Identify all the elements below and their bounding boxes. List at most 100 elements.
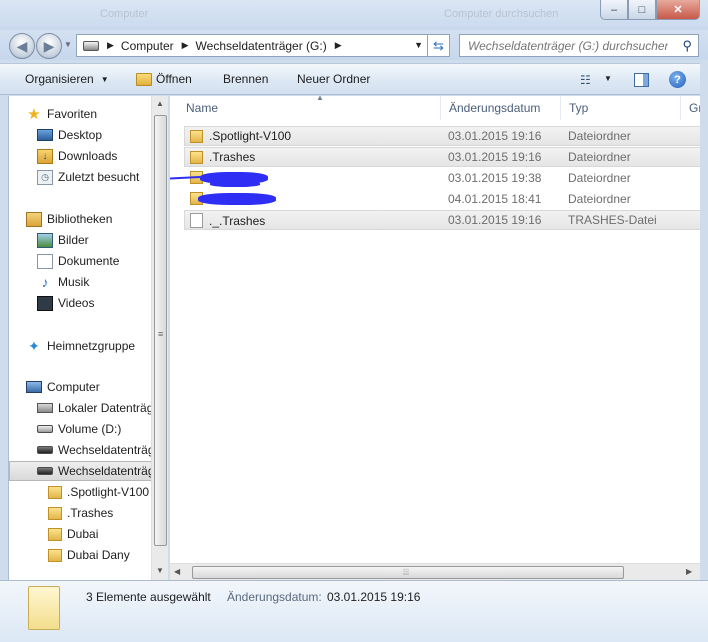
nav-pictures[interactable]: Bilder xyxy=(9,230,151,250)
maximize-button[interactable]: □ xyxy=(628,0,656,20)
file-type: Dateiordner xyxy=(568,129,631,143)
column-header-size[interactable]: Gr xyxy=(681,96,700,120)
nav-videos[interactable]: Videos xyxy=(9,293,151,313)
navigation-pane: ★ Favoriten Desktop ↓ Downloads ◷ Zuletzt b… xyxy=(8,96,151,580)
drive-icon xyxy=(83,40,99,51)
burn-button[interactable]: Brennen xyxy=(223,72,268,86)
nav-label: Downloads xyxy=(58,149,118,163)
scrollbar-thumb[interactable]: ⦙⦙⦙ xyxy=(192,566,624,579)
nav-removable-2[interactable]: Wechseldatenträger xyxy=(9,461,151,481)
preview-pane-icon[interactable] xyxy=(634,73,649,87)
ghost-title-left: Computer xyxy=(100,8,149,20)
refresh-button[interactable]: ⇆ xyxy=(428,34,450,57)
folder-icon xyxy=(48,506,62,520)
grip-icon: ≡ xyxy=(158,329,164,339)
nav-folder-trashes[interactable]: .Trashes xyxy=(9,503,151,523)
sort-ascending-icon: ▲ xyxy=(316,96,324,102)
address-history-dropdown[interactable]: ▼ xyxy=(414,40,423,50)
minimize-button[interactable]: – xyxy=(600,0,628,20)
folder-icon xyxy=(190,129,203,143)
breadcrumb-separator-icon[interactable]: ▶ xyxy=(182,40,189,51)
nav-folder-dubai[interactable]: Dubai xyxy=(9,524,151,544)
nav-label: Heimnetzgruppe xyxy=(47,339,136,353)
file-name: .Spotlight-V100 xyxy=(209,129,292,143)
scroll-up-icon[interactable]: ▲ xyxy=(156,99,164,108)
star-icon: ★ xyxy=(27,106,41,123)
scroll-left-icon[interactable]: ◀ xyxy=(174,567,180,576)
removable-drive-icon xyxy=(37,467,53,475)
file-name: .Trashes xyxy=(209,150,256,164)
nav-folder-dubai-dany[interactable]: Dubai Dany xyxy=(9,545,151,565)
forward-button[interactable]: ▶ xyxy=(36,33,62,59)
local-disk-icon xyxy=(37,403,53,413)
organize-button[interactable]: Organisieren ▼ xyxy=(25,72,109,86)
nav-label: Volume (D:) xyxy=(58,422,122,436)
breadcrumb-computer[interactable]: Computer xyxy=(121,39,174,53)
nav-label: Dokumente xyxy=(58,254,120,268)
close-button[interactable]: ✕ xyxy=(656,0,700,20)
organize-label: Organisieren xyxy=(25,72,94,86)
file-type: Dateiordner xyxy=(568,171,631,185)
chevron-down-icon[interactable]: ▼ xyxy=(604,74,612,83)
nav-downloads[interactable]: ↓ Downloads xyxy=(9,146,151,166)
nav-label: Musik xyxy=(58,275,90,289)
title-bar: Computer Computer durchsuchen – □ ✕ xyxy=(0,0,708,30)
change-view-icon[interactable]: ☷ xyxy=(580,73,591,87)
recent-pages-dropdown[interactable]: ▼ xyxy=(64,40,72,49)
help-icon[interactable]: ? xyxy=(669,71,686,88)
nav-computer[interactable]: Computer xyxy=(9,377,151,397)
nav-music[interactable]: ♪ Musik xyxy=(9,272,151,292)
file-date: 03.01.2015 19:16 xyxy=(448,150,542,164)
address-bar[interactable]: ▶ Computer ▶ Wechseldatenträger (G:) ▶ ▼ xyxy=(76,34,428,57)
column-header-name[interactable]: ▲ Name xyxy=(178,96,441,120)
nav-label: Videos xyxy=(58,296,95,310)
nav-local-disk[interactable]: Lokaler Datenträger xyxy=(9,398,151,418)
nav-label: .Spotlight-V100 xyxy=(67,485,150,499)
new-folder-button[interactable]: Neuer Ordner xyxy=(297,72,370,86)
modified-date-label: Änderungsdatum: xyxy=(227,590,322,604)
column-header-type[interactable]: Typ xyxy=(561,96,681,120)
file-row[interactable]: .Spotlight-V100 03.01.2015 19:16 Dateior… xyxy=(184,126,700,146)
nav-volume-d[interactable]: Volume (D:) xyxy=(9,419,151,439)
nav-label: Favoriten xyxy=(47,107,98,121)
nav-removable-1[interactable]: Wechseldatenträger xyxy=(9,440,151,460)
open-label: Öffnen xyxy=(156,72,192,86)
file-row[interactable]: .Trashes 03.01.2015 19:16 Dateiordner xyxy=(184,147,700,167)
nav-libraries[interactable]: Bibliotheken xyxy=(9,209,151,229)
folder-icon xyxy=(48,548,62,562)
column-label: Änderungsdatum xyxy=(449,101,541,115)
file-date: 04.01.2015 18:41 xyxy=(448,192,542,206)
breadcrumb-separator-icon[interactable]: ▶ xyxy=(107,40,114,51)
search-icon[interactable]: ⚲ xyxy=(682,38,692,54)
horizontal-scrollbar[interactable]: ◀ ⦙⦙⦙ ▶ xyxy=(170,563,700,580)
back-arrow-icon: ◀ xyxy=(16,37,28,54)
scroll-right-icon[interactable]: ▶ xyxy=(686,567,692,576)
breadcrumb-drive[interactable]: Wechseldatenträger (G:) xyxy=(196,39,327,53)
back-button[interactable]: ◀ xyxy=(9,33,35,59)
column-header-date[interactable]: Änderungsdatum xyxy=(441,96,561,120)
scroll-down-icon[interactable]: ▼ xyxy=(156,566,164,575)
search-input[interactable] xyxy=(468,38,668,53)
nav-favorites[interactable]: ★ Favoriten xyxy=(9,104,151,124)
redaction-scribble xyxy=(210,181,260,187)
nav-desktop[interactable]: Desktop xyxy=(9,125,151,145)
column-label: Typ xyxy=(569,101,589,115)
redaction-scribble xyxy=(198,193,276,205)
breadcrumb-separator-icon[interactable]: ▶ xyxy=(335,40,342,51)
nav-homegroup[interactable]: ✦ Heimnetzgruppe xyxy=(9,336,151,356)
nav-documents[interactable]: Dokumente xyxy=(9,251,151,271)
nav-folder-spotlight[interactable]: .Spotlight-V100 xyxy=(9,482,151,502)
search-box[interactable]: ⚲ xyxy=(459,34,699,57)
open-button[interactable]: Öffnen xyxy=(136,72,192,86)
file-list: ▲ Name Änderungsdatum Typ Gr .Spotlight-… xyxy=(170,96,700,563)
folder-icon xyxy=(48,485,62,499)
file-date: 03.01.2015 19:16 xyxy=(448,213,542,227)
file-row[interactable]: ._.Trashes 03.01.2015 19:16 TRASHES-Date… xyxy=(184,210,700,230)
maximize-icon: □ xyxy=(638,3,646,16)
pictures-icon xyxy=(37,232,53,248)
nav-scrollbar[interactable]: ▲ ≡ ▼ xyxy=(151,96,168,580)
minimize-icon: – xyxy=(610,3,618,16)
grip-icon: ⦙⦙⦙ xyxy=(403,567,410,577)
nav-recent[interactable]: ◷ Zuletzt besucht xyxy=(9,167,151,187)
scrollbar-thumb[interactable]: ≡ xyxy=(154,115,167,546)
